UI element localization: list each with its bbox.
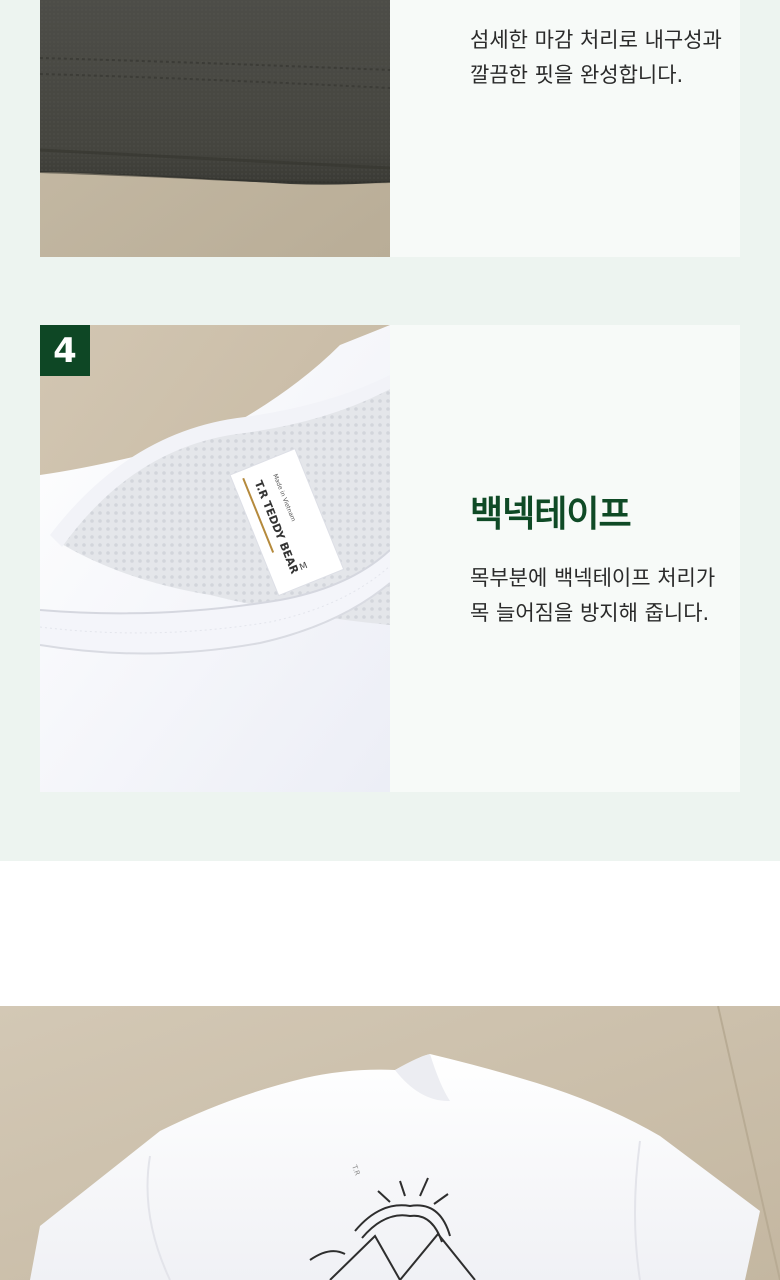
neck-tape-photo: T.R TEDDY BEAR Made in Vietnam M [40, 325, 390, 792]
feature-4-title: 백넥테이프 [470, 494, 632, 535]
feature-3-description: 섬세한 마감 처리로 내구성과 깔끔한 핏을 완성합니다. [470, 28, 722, 87]
feature-4-description: 목부분에 백넥테이프 처리가 목 늘어짐을 방지해 줍니다. [470, 566, 716, 625]
feature-4-text: 백넥테이프 목부분에 백넥테이프 처리가 목 늘어짐을 방지해 줍니다. [430, 325, 740, 792]
white-tshirt-photo: T.R [0, 1006, 780, 1280]
fabric-hem-photo [40, 0, 390, 257]
feature-card-3: 섬세한 마감 처리로 내구성과 깔끔한 핏을 완성합니다. [40, 0, 740, 257]
feature-3-text: 섬세한 마감 처리로 내구성과 깔끔한 핏을 완성합니다. [430, 0, 740, 257]
feature-number-badge: 4 [40, 325, 90, 376]
feature-card-4: 4 T.R TEDDY BEAR Made in Vietnam M 백넥테이프… [40, 325, 740, 792]
